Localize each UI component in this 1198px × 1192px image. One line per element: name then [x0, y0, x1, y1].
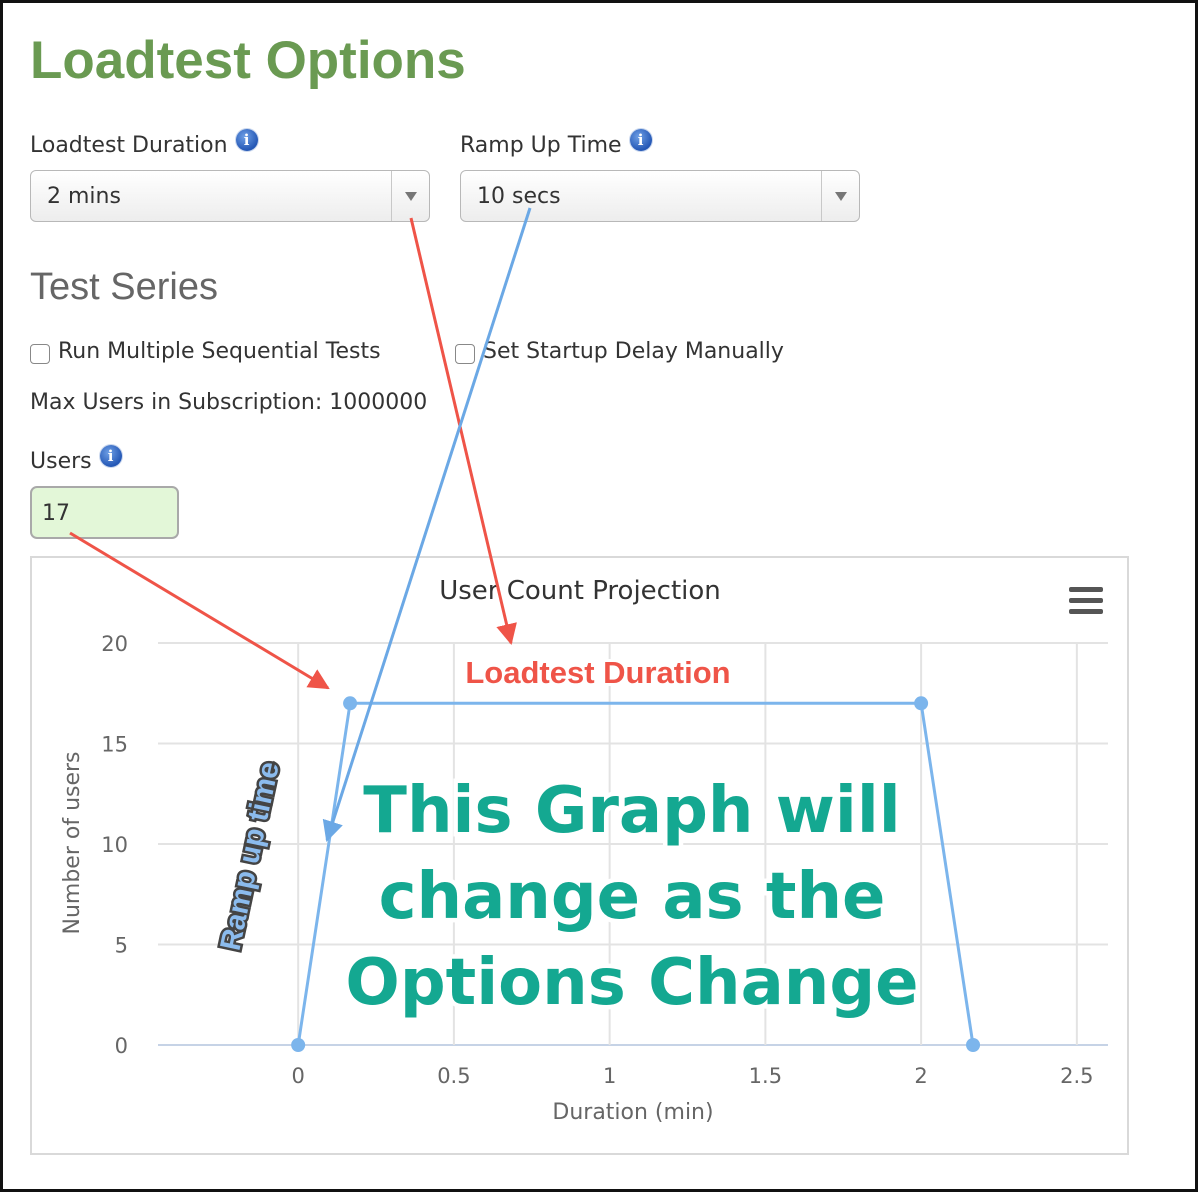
overlay-line-1: This Graph will	[363, 774, 900, 848]
x-axis-label: Duration (min)	[552, 1100, 713, 1125]
x-tick-label: 1	[603, 1064, 616, 1088]
y-tick-label: 0	[115, 1034, 128, 1058]
ramp-up-annotation-arrow	[322, 207, 532, 842]
overlay-line-3: Options Change	[345, 946, 918, 1020]
data-point[interactable]	[914, 696, 929, 711]
y-tick-label: 15	[101, 733, 128, 757]
y-tick-label: 20	[101, 632, 128, 656]
y-tick-label: 5	[115, 934, 128, 958]
x-tick-label: 0	[291, 1064, 304, 1088]
users-annotation-arrow	[69, 531, 330, 690]
hamburger-menu-icon[interactable]	[1069, 587, 1103, 614]
options-change-overlay-text: This Graph will change as the Options Ch…	[341, 770, 923, 1025]
ramp-up-time-annotation: Ramp up time	[215, 759, 286, 953]
x-tick-label: 1.5	[749, 1064, 782, 1088]
data-point[interactable]	[966, 1038, 981, 1052]
loadtest-duration-annotation: Loadtest Duration	[465, 655, 730, 690]
x-tick-label: 0.5	[437, 1064, 470, 1088]
x-tick-label: 2.5	[1060, 1064, 1093, 1088]
data-point[interactable]	[291, 1038, 306, 1052]
data-point[interactable]	[343, 696, 358, 711]
chart-and-annotations: 0 5 10 15 20 0 0.5 1 1.5 2 2.5 User Count Project…	[60, 207, 1108, 1125]
x-tick-label: 2	[914, 1064, 927, 1088]
y-axis-label: Number of users	[60, 751, 85, 934]
chart-title: User Count Projection	[439, 576, 721, 606]
y-tick-label: 10	[101, 833, 128, 857]
overlay-line-2: change as the	[379, 860, 886, 934]
